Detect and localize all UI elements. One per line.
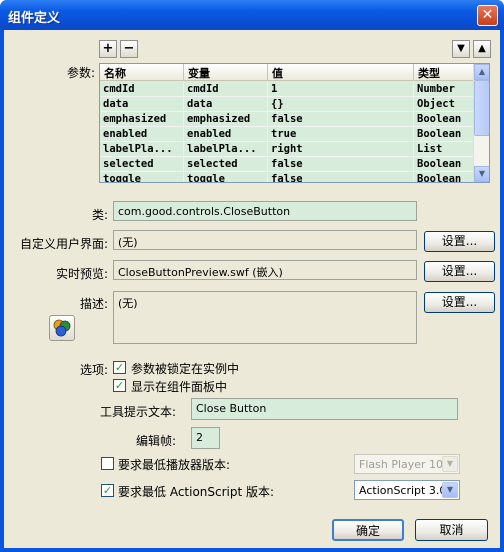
custom-ui-field: (无) bbox=[113, 230, 417, 250]
cell-value[interactable]: false bbox=[268, 157, 414, 172]
table-row[interactable]: data data {} Object bbox=[100, 97, 474, 112]
cell-variable: toggle bbox=[184, 172, 268, 182]
parameters-table[interactable]: 名称 变量 值 类型 cmdId cmdId 1 Number data dat… bbox=[99, 63, 490, 183]
chevron-down-icon: ▼ bbox=[442, 456, 458, 472]
edit-frame-label: 编辑帧: bbox=[135, 434, 176, 448]
column-header-name[interactable]: 名称 bbox=[100, 64, 184, 81]
cell-type: Boolean bbox=[414, 157, 474, 172]
table-row[interactable]: enabled enabled true Boolean bbox=[100, 127, 474, 142]
move-down-button[interactable]: ▼ bbox=[452, 40, 470, 58]
min-as-value: ActionScript 3.0 bbox=[359, 484, 447, 497]
custom-ui-label: 自定义用户界面: bbox=[19, 237, 108, 251]
tooltip-label: 工具提示文本: bbox=[99, 405, 176, 419]
cell-name: toggle bbox=[100, 172, 184, 182]
min-as-checkbox[interactable]: ✓ bbox=[101, 484, 114, 497]
table-row[interactable]: emphasized emphasized false Boolean bbox=[100, 112, 474, 127]
cell-type: List bbox=[414, 142, 474, 157]
add-parameter-button[interactable]: + bbox=[99, 40, 117, 58]
cell-type: Number bbox=[414, 82, 474, 97]
show-in-panel-label[interactable]: 显示在组件面板中 bbox=[131, 378, 227, 395]
component-icon[interactable] bbox=[49, 315, 75, 341]
class-label: 类: bbox=[91, 208, 108, 222]
table-row[interactable]: cmdId cmdId 1 Number bbox=[100, 82, 474, 97]
show-in-panel-checkbox[interactable]: ✓ bbox=[113, 379, 126, 392]
column-header-type[interactable]: 类型 bbox=[414, 64, 474, 81]
min-player-label[interactable]: 要求最低播放器版本: bbox=[118, 456, 230, 473]
class-field[interactable]: com.good.controls.CloseButton bbox=[113, 201, 417, 221]
table-row[interactable]: selected selected false Boolean bbox=[100, 157, 474, 172]
live-preview-field: CloseButtonPreview.swf (嵌入) bbox=[113, 260, 417, 280]
table-scrollbar[interactable]: ▲ ▼ bbox=[473, 64, 489, 182]
cell-value[interactable]: true bbox=[268, 127, 414, 142]
min-player-checkbox[interactable]: ✓ bbox=[101, 457, 114, 470]
cell-variable: emphasized bbox=[184, 112, 268, 127]
cell-type: Object bbox=[414, 97, 474, 112]
title-bar[interactable]: 组件定义 ✕ bbox=[0, 0, 504, 30]
column-header-variable[interactable]: 变量 bbox=[184, 64, 268, 81]
cell-variable: cmdId bbox=[184, 82, 268, 97]
cell-variable: data bbox=[184, 97, 268, 112]
cell-name: selected bbox=[100, 157, 184, 172]
cell-name: data bbox=[100, 97, 184, 112]
column-header-value[interactable]: 值 bbox=[268, 64, 414, 81]
cell-value[interactable]: false bbox=[268, 172, 414, 182]
min-as-select[interactable]: ActionScript 3.0 ▼ bbox=[354, 480, 460, 500]
chevron-down-icon[interactable]: ▼ bbox=[442, 482, 458, 498]
tooltip-field[interactable]: Close Button bbox=[191, 398, 458, 420]
cell-variable: selected bbox=[184, 157, 268, 172]
ok-button[interactable]: 确定 bbox=[332, 519, 404, 541]
lock-params-checkbox[interactable]: ✓ bbox=[113, 361, 126, 374]
live-preview-settings-button[interactable]: 设置... bbox=[424, 261, 495, 282]
min-player-select: Flash Player 10 ▼ bbox=[354, 454, 460, 474]
cell-type: Boolean bbox=[414, 127, 474, 142]
cell-value[interactable]: false bbox=[268, 112, 414, 127]
cell-name: cmdId bbox=[100, 82, 184, 97]
description-label: 描述: bbox=[79, 297, 108, 311]
cell-type: Boolean bbox=[414, 172, 474, 182]
cell-value[interactable]: 1 bbox=[268, 82, 414, 97]
custom-ui-settings-button[interactable]: 设置... bbox=[424, 231, 495, 252]
table-row[interactable]: toggle toggle false Boolean bbox=[100, 172, 474, 182]
live-preview-label: 实时预览: bbox=[55, 267, 108, 281]
remove-parameter-button[interactable]: − bbox=[120, 40, 138, 58]
cell-variable: enabled bbox=[184, 127, 268, 142]
cell-variable: labelPla... bbox=[184, 142, 268, 157]
dialog-body: + − ▼ ▲ 参数: 名称 变量 值 类型 cmdId cmdId 1 Num… bbox=[4, 30, 500, 548]
window-title: 组件定义 bbox=[8, 11, 61, 26]
cell-value[interactable]: {} bbox=[268, 97, 414, 112]
move-up-button[interactable]: ▲ bbox=[473, 40, 491, 58]
cell-name: enabled bbox=[100, 127, 184, 142]
lock-params-label[interactable]: 参数被锁定在实例中 bbox=[131, 360, 239, 377]
scroll-up-icon[interactable]: ▲ bbox=[474, 64, 489, 80]
description-field: (无) bbox=[113, 291, 417, 344]
scroll-thumb[interactable] bbox=[474, 80, 489, 136]
cancel-button[interactable]: 取消 bbox=[415, 519, 488, 541]
dialog-window: 组件定义 ✕ + − ▼ ▲ 参数: 名称 变量 值 类型 cmdId cmdI… bbox=[0, 0, 504, 552]
min-player-value: Flash Player 10 bbox=[359, 458, 444, 471]
component-icon-graphic bbox=[53, 319, 71, 337]
options-label: 选项: bbox=[79, 363, 108, 377]
cell-name: emphasized bbox=[100, 112, 184, 127]
cell-type: Boolean bbox=[414, 112, 474, 127]
min-as-label[interactable]: 要求最低 ActionScript 版本: bbox=[118, 483, 274, 500]
params-label: 参数: bbox=[67, 66, 96, 80]
description-settings-button[interactable]: 设置... bbox=[424, 292, 495, 313]
cell-name: labelPla... bbox=[100, 142, 184, 157]
table-row[interactable]: labelPla... labelPla... right List bbox=[100, 142, 474, 157]
cell-value[interactable]: right bbox=[268, 142, 414, 157]
scroll-down-icon[interactable]: ▼ bbox=[474, 166, 489, 182]
edit-frame-field[interactable]: 2 bbox=[191, 427, 220, 449]
close-icon[interactable]: ✕ bbox=[477, 5, 498, 26]
